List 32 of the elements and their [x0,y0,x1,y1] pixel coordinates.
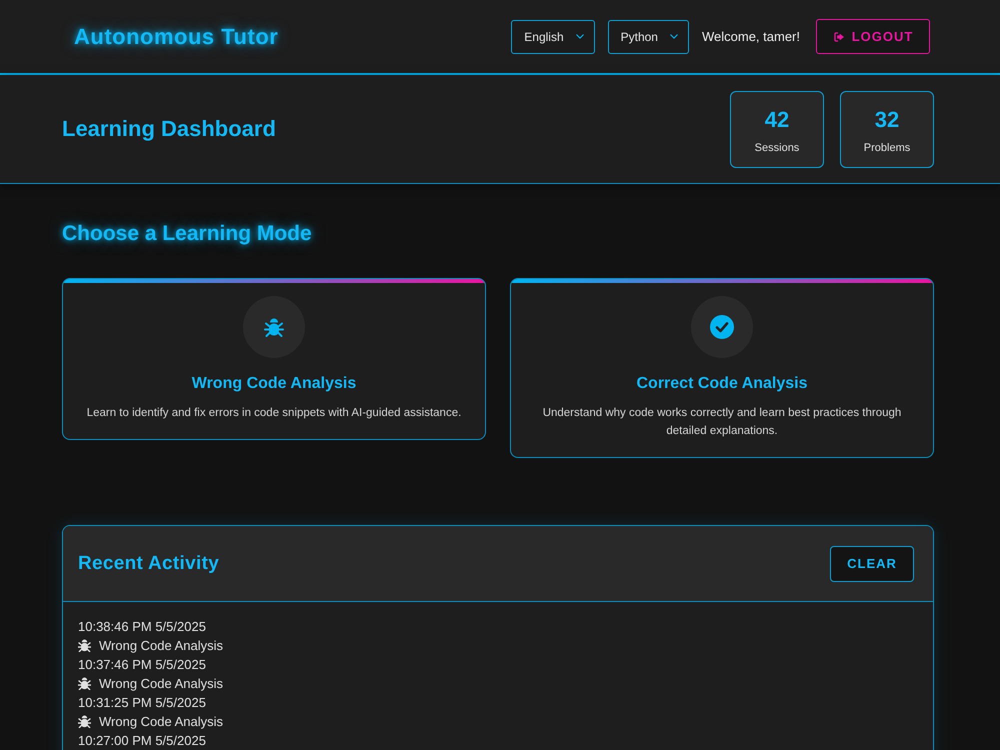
logout-icon [832,30,845,42]
mode-title: Correct Code Analysis [636,374,808,394]
stat-value: 42 [764,106,790,132]
activity-mode: Wrong Code Analysis [99,713,224,731]
logout-button[interactable]: LOGOUT [816,19,930,54]
panel-title: Recent Activity [78,552,220,574]
bug-icon [78,639,91,652]
mode-card[interactable]: Correct Code Analysis Understand why code works correctly and learn best practices through detailed explanations. [510,278,934,458]
clear-button[interactable]: CLEAR [830,546,914,582]
mode-description: Learn to identify and fix errors in code snippets with AI-guided assistance. [86,406,462,421]
mode-description: Understand why code works correctly and learn best practices through detailed explanations. [542,406,902,439]
activity-mode: Wrong Code Analysis [99,675,224,693]
stat-label: Sessions [754,142,800,154]
activity-mode: Wrong Code Analysis [99,637,224,655]
dropdown-select[interactable]: Python [608,20,689,54]
stat-label: Problems [864,142,910,154]
stat-value: 32 [874,106,900,132]
activity-time: 10:31:25 PM 5/5/2025 [78,694,206,712]
dashboard-title: Learning Dashboard [62,116,276,142]
welcome-text: Welcome, tamer! [702,29,800,44]
chevron-down-icon [670,34,678,39]
chevron-down-icon [576,34,584,39]
mode-title: Wrong Code Analysis [192,374,356,394]
dropdown-select[interactable]: English [511,20,595,54]
section-heading: Choose a Learning Mode [62,222,312,246]
app-title: Autonomous Tutor [74,24,278,50]
activity-time: 10:37:46 PM 5/5/2025 [78,656,206,674]
mode-card[interactable]: Wrong Code Analysis Learn to identify and fix errors in code snippets with AI-guided assistance. [62,278,486,440]
bug-icon [78,715,91,728]
bug-icon [78,677,91,690]
activity-time: 10:27:00 PM 5/5/2025 [78,732,206,750]
activity-time: 10:38:46 PM 5/5/2025 [78,618,206,636]
